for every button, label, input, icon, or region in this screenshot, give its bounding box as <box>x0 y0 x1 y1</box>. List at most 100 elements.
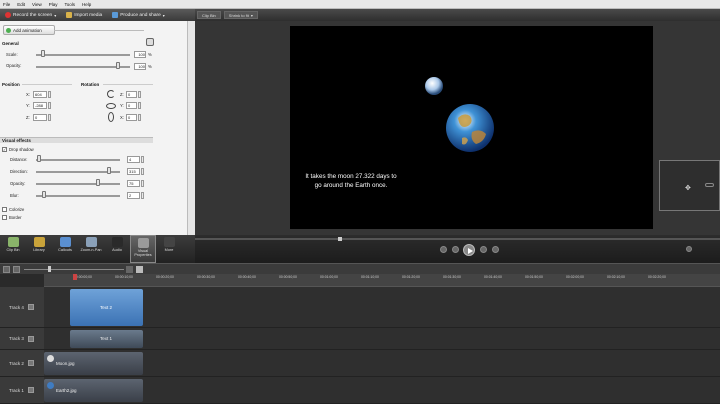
pos-y-spinner[interactable] <box>48 102 51 109</box>
pos-x-spinner[interactable] <box>48 91 51 98</box>
timeline-clip[interactable]: Text 2 <box>70 289 143 326</box>
rot-x-spinner[interactable] <box>138 114 141 121</box>
drop-shadow-checkbox[interactable]: ✓ <box>2 147 7 152</box>
direction-input[interactable]: 315 <box>127 168 140 175</box>
menu-edit[interactable]: Edit <box>17 2 25 7</box>
zoom-in-icon[interactable] <box>13 266 20 273</box>
visual-effects-header[interactable]: Visual effects <box>0 137 153 143</box>
track-lane[interactable] <box>44 377 720 404</box>
blur-spinner[interactable] <box>141 192 144 199</box>
video-preview[interactable] <box>290 26 653 229</box>
shadow-opacity-input[interactable]: 75 <box>127 180 140 187</box>
track-header[interactable]: Track 4 <box>0 287 44 328</box>
border-checkbox[interactable] <box>2 215 7 220</box>
rot-y-input[interactable]: 0 <box>126 102 137 109</box>
next-icon[interactable] <box>480 246 487 253</box>
menu-view[interactable]: View <box>32 2 42 7</box>
opacity-input[interactable]: 100 <box>134 63 146 70</box>
track-options-icon[interactable] <box>27 335 34 342</box>
timeline-clip[interactable]: Earth2.jpg <box>44 379 143 402</box>
direction-spinner[interactable] <box>141 168 144 175</box>
blur-slider-thumb[interactable] <box>42 191 46 198</box>
play-button[interactable] <box>463 244 475 256</box>
pos-y-input[interactable]: -288 <box>33 102 47 109</box>
ruler-tick-label: 00:00:10;00 <box>115 275 133 279</box>
track-header[interactable]: Track 2 <box>0 350 44 377</box>
blur-input[interactable]: 2 <box>127 192 140 199</box>
rot-z-spinner[interactable] <box>138 91 141 98</box>
menu-play[interactable]: Play <box>49 2 58 7</box>
blur-slider-track[interactable] <box>36 195 120 197</box>
zoom-slider[interactable] <box>24 269 124 270</box>
shadow-opacity-slider-track[interactable] <box>36 183 120 185</box>
track-options-icon[interactable] <box>27 304 34 310</box>
track-options-icon[interactable] <box>27 387 34 393</box>
distance-spinner[interactable] <box>141 156 144 163</box>
track-header[interactable]: Track 3 <box>0 328 44 350</box>
zoom-slider-thumb[interactable] <box>48 266 51 272</box>
panel-scrollbar[interactable] <box>187 21 195 235</box>
scale-input[interactable]: 100 <box>134 51 146 58</box>
record-screen-button[interactable]: Record the screen ▾ <box>2 10 59 20</box>
opacity-slider-thumb[interactable] <box>116 62 120 69</box>
track-lane[interactable] <box>44 350 720 377</box>
zoom-out-icon[interactable] <box>3 266 10 273</box>
scale-slider-thumb[interactable] <box>41 50 45 57</box>
caption-text[interactable]: It takes the moon 27.322 days to go arou… <box>302 172 400 190</box>
clip-bin-tab-button[interactable]: Clip Bin <box>197 11 221 19</box>
task-tab-clip-bin[interactable]: Clip Bin <box>0 235 26 263</box>
clip-label: Text 2 <box>100 304 113 310</box>
shadow-opacity-spinner[interactable] <box>141 180 144 187</box>
cut-icon[interactable] <box>126 266 133 273</box>
timeline-clip[interactable]: Text 1 <box>70 330 143 348</box>
pos-x-input[interactable]: 604 <box>33 91 47 98</box>
task-tab-library[interactable]: Library <box>26 235 52 263</box>
scale-slider-track[interactable] <box>36 54 130 56</box>
task-tab-zoom-n-pan[interactable]: Zoom-n-Pan <box>78 235 104 263</box>
rot-x-input[interactable]: 0 <box>126 114 137 121</box>
pos-z-input[interactable]: 0 <box>33 114 47 121</box>
task-tab-callouts[interactable]: Callouts <box>52 235 78 263</box>
chevron-down-icon: ▾ <box>250 12 253 18</box>
menu-tools[interactable]: Tools <box>64 2 75 7</box>
blur-label: Blur: <box>10 193 19 198</box>
distance-slider-track[interactable] <box>36 159 120 161</box>
fullscreen-icon[interactable] <box>686 246 692 252</box>
menu-help[interactable]: Help <box>82 2 91 7</box>
add-animation-button[interactable]: Add animation <box>3 25 55 35</box>
shrink-to-fit-dropdown[interactable]: Shrink to fit ▾ <box>223 11 258 19</box>
rewind-icon[interactable] <box>440 246 447 253</box>
pos-z-spinner[interactable] <box>48 114 51 121</box>
distance-slider-thumb[interactable] <box>37 155 41 162</box>
reset-icon[interactable] <box>146 38 154 46</box>
drop-shadow-label: Drop shadow <box>9 147 34 152</box>
play-icon <box>468 248 473 254</box>
ruler-tick-label: 00:01:20;00 <box>402 275 420 279</box>
task-tab-visual-properties[interactable]: Visual Properties <box>130 235 156 263</box>
distance-label: Distance: <box>10 157 28 162</box>
scrub-bar[interactable] <box>195 238 720 240</box>
task-tab-audio[interactable]: Audio <box>104 235 130 263</box>
track-lane[interactable] <box>44 328 720 350</box>
menu-file[interactable]: File <box>3 2 10 7</box>
rot-z-input[interactable]: 0 <box>126 91 137 98</box>
produce-share-button[interactable]: Produce and share ▾ <box>109 10 168 20</box>
timeline-ruler[interactable]: 00:00:00;00 00:00:10;00 00:00:20;00 00:00:3… <box>44 274 720 287</box>
track-options-icon[interactable] <box>27 360 34 366</box>
track-lane[interactable] <box>44 287 720 328</box>
canvas-offscreen-area: ✥ <box>659 160 720 211</box>
previous-icon[interactable] <box>452 246 459 253</box>
scrub-thumb[interactable] <box>338 237 342 241</box>
distance-input[interactable]: 4 <box>127 156 140 163</box>
colorize-checkbox[interactable] <box>2 207 7 212</box>
copy-icon[interactable] <box>136 266 143 273</box>
task-tab-more[interactable]: More <box>156 235 182 263</box>
shadow-opacity-slider-thumb[interactable] <box>96 179 100 186</box>
direction-slider-thumb[interactable] <box>107 167 111 174</box>
import-media-button[interactable]: Import media <box>63 10 105 20</box>
fast-forward-icon[interactable] <box>492 246 499 253</box>
track-header[interactable]: Track 1 <box>0 377 44 404</box>
rot-y-spinner[interactable] <box>138 102 141 109</box>
timeline-clip[interactable]: Moon.jpg <box>44 352 143 375</box>
playhead[interactable] <box>73 274 77 280</box>
